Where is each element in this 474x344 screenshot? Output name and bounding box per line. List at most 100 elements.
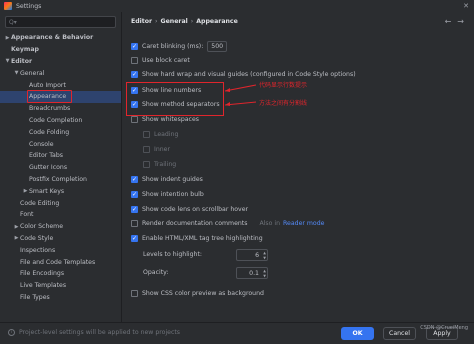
chevron-down-icon[interactable]: ▼ <box>4 58 11 64</box>
chevron-right-icon[interactable]: ▶ <box>22 188 29 194</box>
sidebar-item-code-folding[interactable]: Code Folding <box>0 126 121 138</box>
opacity-label: Opacity: <box>143 269 169 276</box>
breadcrumb-editor[interactable]: Editor <box>131 18 152 25</box>
sidebar-item-postfix-completion[interactable]: Postfix Completion <box>0 174 121 186</box>
opacity-spinner[interactable]: 0.1 ▲ ▼ <box>236 267 268 279</box>
chevron-right-icon[interactable]: ▶ <box>13 224 20 230</box>
opacity-value[interactable]: 0.1 <box>249 270 259 277</box>
leading-option: Leading <box>143 131 178 138</box>
forward-arrow-icon[interactable]: → <box>457 17 464 26</box>
levels-label: Levels to highlight: <box>143 251 202 258</box>
hard-wrap-checkbox[interactable] <box>131 71 138 78</box>
sidebar-item-file-types[interactable]: File Types <box>0 292 121 304</box>
hard-wrap-label: Show hard wrap and visual guides (config… <box>142 71 356 78</box>
intention-bulb-checkbox[interactable] <box>131 191 138 198</box>
whitespaces-option[interactable]: Show whitespaces <box>131 116 199 123</box>
sidebar-item-editor[interactable]: ▼ Editor <box>0 56 121 68</box>
chevron-right-icon[interactable]: ▶ <box>4 35 11 41</box>
back-arrow-icon[interactable]: ← <box>445 17 452 26</box>
sidebar-item-breadcrumbs[interactable]: Breadcrumbs <box>0 103 121 115</box>
sidebar-item-appearance[interactable]: Appearance <box>0 89 121 103</box>
html-highlight-checkbox[interactable] <box>131 235 138 242</box>
block-caret-label: Use block caret <box>142 57 190 64</box>
sidebar-item-inspections[interactable]: Inspections <box>0 244 121 256</box>
indent-guides-option[interactable]: Show indent guides <box>131 176 203 183</box>
render-docs-label: Render documentation comments <box>142 220 248 227</box>
sidebar-item-editor-tabs[interactable]: Editor Tabs <box>0 150 121 162</box>
settings-sidebar: Q▾ ▶ Appearance & Behavior Keymap ▼ Editor ▼ G… <box>0 12 122 322</box>
sidebar-item-label: Breadcrumbs <box>29 105 71 113</box>
render-docs-option[interactable]: Render documentation comments Also in Re… <box>131 220 324 227</box>
sidebar-item-smart-keys[interactable]: ▶ Smart Keys <box>0 185 121 197</box>
levels-value[interactable]: 6 <box>255 252 259 259</box>
trailing-checkbox <box>143 161 150 168</box>
sidebar-item-label: Editor Tabs <box>29 152 63 160</box>
breadcrumb-general[interactable]: General <box>161 18 188 25</box>
spinner-arrows-icon[interactable]: ▲ ▼ <box>263 269 266 278</box>
sidebar-item-appearance-behavior[interactable]: ▶ Appearance & Behavior <box>0 32 121 44</box>
indent-guides-label: Show indent guides <box>142 176 203 183</box>
breadcrumb-separator: › <box>190 18 194 25</box>
search-icon: Q▾ <box>9 18 17 26</box>
sidebar-item-keymap[interactable]: Keymap <box>0 44 121 56</box>
whitespaces-checkbox[interactable] <box>131 116 138 123</box>
sidebar-item-live-templates[interactable]: Live Templates <box>0 280 121 292</box>
levels-row: Levels to highlight: <box>143 251 202 258</box>
annotation-arrows <box>224 84 257 106</box>
block-caret-option[interactable]: Use block caret <box>131 57 190 64</box>
sidebar-item-gutter-icons[interactable]: Gutter Icons <box>0 162 121 174</box>
code-lens-checkbox[interactable] <box>131 206 138 213</box>
chevron-down-icon[interactable]: ▼ <box>13 70 20 76</box>
sidebar-item-code-completion[interactable]: Code Completion <box>0 115 121 127</box>
sidebar-item-label: Code Editing <box>20 199 60 207</box>
sidebar-item-code-style[interactable]: ▶ Code Style <box>0 233 121 245</box>
levels-spinner[interactable]: 6 ▲ ▼ <box>236 249 268 261</box>
sidebar-item-color-scheme[interactable]: ▶ Color Scheme <box>0 221 121 233</box>
render-docs-checkbox[interactable] <box>131 220 138 227</box>
inner-checkbox <box>143 146 150 153</box>
sidebar-item-console[interactable]: Console <box>0 138 121 150</box>
cancel-button[interactable]: Cancel <box>383 327 416 340</box>
inner-option: Inner <box>143 146 170 153</box>
dialog-footer: i Project-level settings will be applied… <box>0 322 474 344</box>
close-icon[interactable]: ✕ <box>458 0 474 12</box>
intention-bulb-option[interactable]: Show intention bulb <box>131 191 204 198</box>
trailing-option: Trailing <box>143 161 176 168</box>
css-preview-option[interactable]: Show CSS color preview as background <box>131 290 264 297</box>
settings-content: Editor › General › Appearance ← → Caret … <box>123 12 474 322</box>
sidebar-item-label: Keymap <box>11 46 39 54</box>
sidebar-item-label: Gutter Icons <box>29 164 68 172</box>
sidebar-item-file-and-code-templates[interactable]: File and Code Templates <box>0 256 121 268</box>
app-icon <box>4 2 12 10</box>
sidebar-item-font[interactable]: Font <box>0 209 121 221</box>
sidebar-item-label: Smart Keys <box>29 187 65 195</box>
whitespaces-label: Show whitespaces <box>142 116 199 123</box>
html-highlight-option[interactable]: Enable HTML/XML tag tree highlighting <box>131 235 263 242</box>
annotation-box <box>126 82 224 116</box>
css-preview-checkbox[interactable] <box>131 290 138 297</box>
title-bar: Settings ✕ <box>0 0 474 12</box>
block-caret-checkbox[interactable] <box>131 57 138 64</box>
hard-wrap-option[interactable]: Show hard wrap and visual guides (config… <box>131 71 356 78</box>
chevron-right-icon[interactable]: ▶ <box>13 235 20 241</box>
sidebar-item-label: File Types <box>20 293 50 301</box>
sidebar-item-label: Console <box>29 140 54 148</box>
sidebar-item-general[interactable]: ▼ General <box>0 67 121 79</box>
breadcrumb: Editor › General › Appearance <box>131 18 238 25</box>
sidebar-item-label: Inspections <box>20 246 56 254</box>
caret-blinking-checkbox[interactable] <box>131 43 138 50</box>
indent-guides-checkbox[interactable] <box>131 176 138 183</box>
spinner-arrows-icon[interactable]: ▲ ▼ <box>263 251 266 260</box>
search-input[interactable]: Q▾ <box>5 16 116 28</box>
ok-button[interactable]: OK <box>341 327 374 340</box>
settings-tree: ▶ Appearance & Behavior Keymap ▼ Editor ▼ Gene… <box>0 32 121 303</box>
footer-note-text: Project-level settings will be applied t… <box>19 329 181 336</box>
caret-blinking-option[interactable]: Caret blinking (ms): 500 <box>131 41 228 52</box>
watermark: CSDN @CrueiMeng <box>420 325 468 331</box>
sidebar-item-file-encodings[interactable]: File Encodings <box>0 268 121 280</box>
code-lens-option[interactable]: Show code lens on scrollbar hover <box>131 206 248 213</box>
sidebar-item-label: File Encodings <box>20 270 65 278</box>
caret-blinking-input[interactable]: 500 <box>207 41 228 52</box>
reader-mode-link[interactable]: Reader mode <box>283 220 324 227</box>
sidebar-item-code-editing[interactable]: Code Editing <box>0 197 121 209</box>
